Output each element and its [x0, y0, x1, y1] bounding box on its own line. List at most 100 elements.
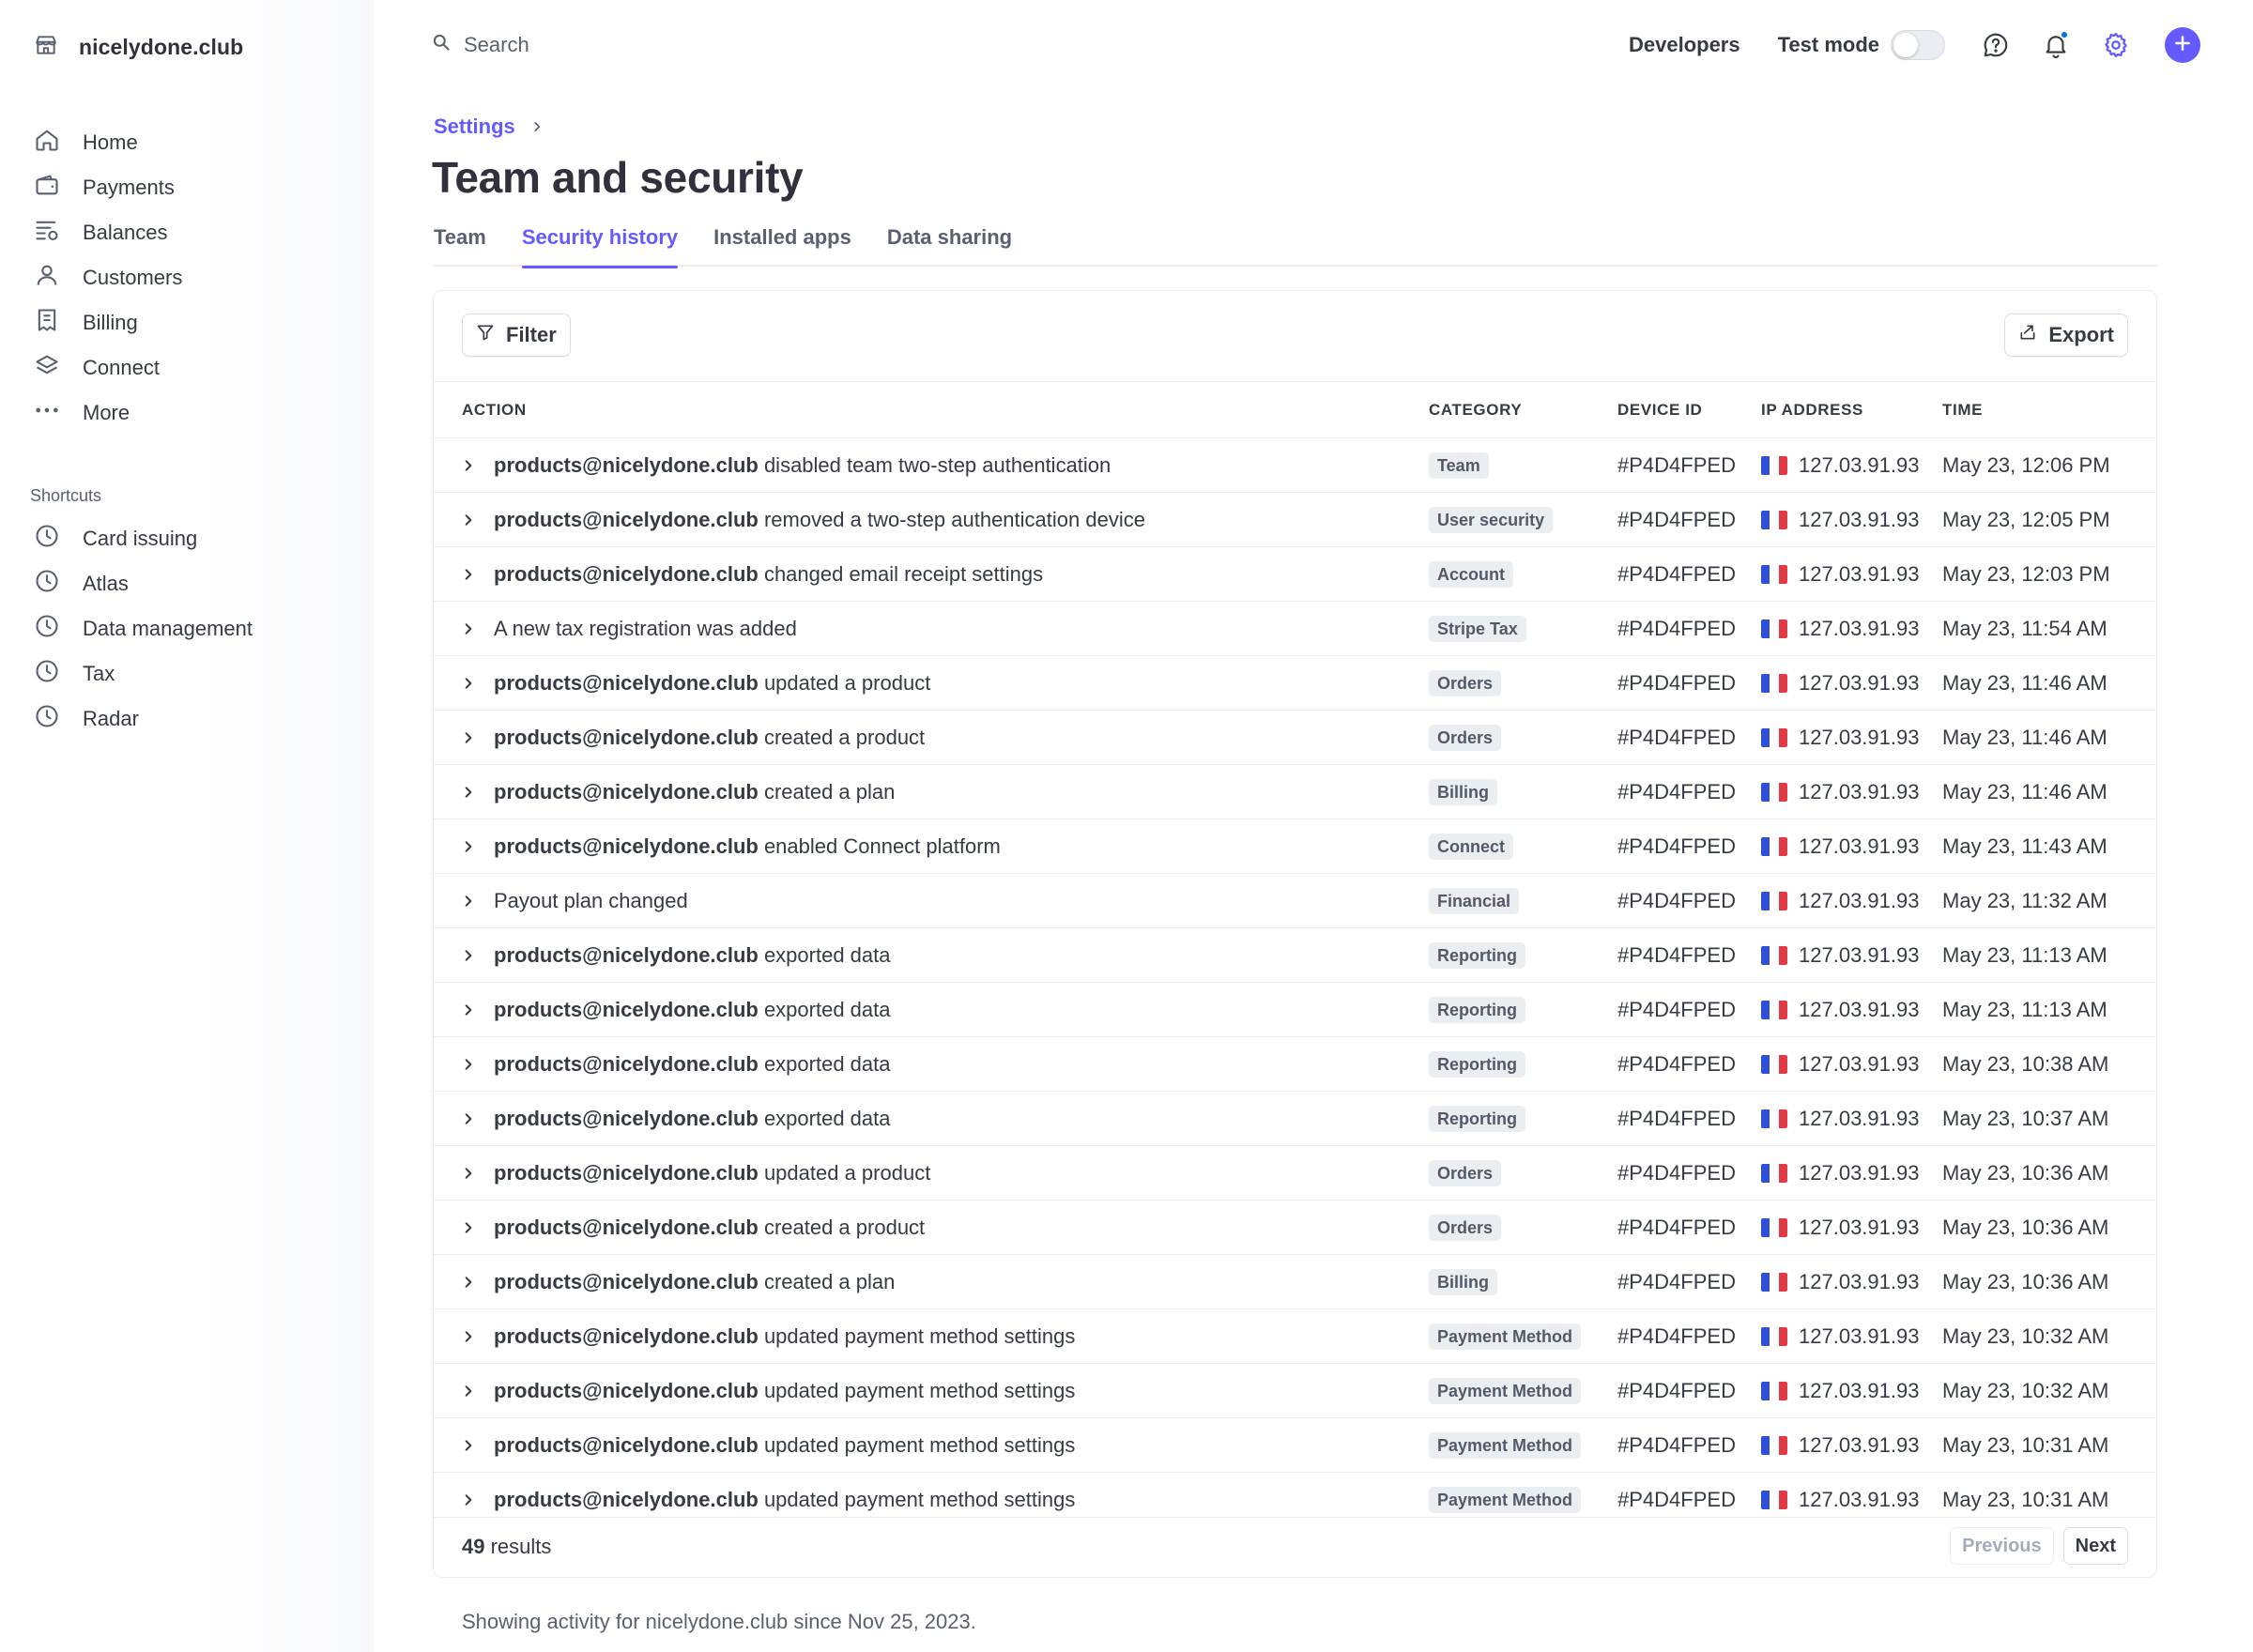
- table-row[interactable]: products@nicelydone.club exported data Re…: [434, 982, 2156, 1037]
- shortcut-radar[interactable]: Radar: [34, 696, 253, 742]
- ip-address: 127.03.91.93: [1799, 997, 1920, 1021]
- export-button[interactable]: Export: [2004, 314, 2128, 357]
- ip-address-cell: 127.03.91.93: [1761, 765, 1942, 819]
- shortcut-atlas[interactable]: Atlas: [34, 561, 253, 606]
- ip-address: 127.03.91.93: [1799, 1051, 1920, 1076]
- nav-item-billing[interactable]: Billing: [34, 300, 182, 345]
- bell-icon[interactable]: [2041, 30, 2071, 60]
- action-cell: products@nicelydone.club updated payment…: [494, 1309, 1429, 1364]
- france-flag-icon: [1761, 1054, 1787, 1074]
- tab-team[interactable]: Team: [434, 218, 486, 267]
- expand-cell[interactable]: [434, 765, 494, 819]
- shortcut-data-management[interactable]: Data management: [34, 606, 253, 651]
- action-text: removed a two-step authentication device: [758, 507, 1145, 531]
- nav-item-payments[interactable]: Payments: [34, 165, 182, 210]
- nav-item-balances[interactable]: Balances: [34, 210, 182, 255]
- table-row[interactable]: products@nicelydone.club created a plan B…: [434, 764, 2156, 819]
- expand-cell[interactable]: [434, 656, 494, 711]
- breadcrumb: Settings: [434, 115, 544, 139]
- nav-item-customers[interactable]: Customers: [34, 255, 182, 300]
- actor-email: products@nicelydone.club: [494, 779, 759, 803]
- ip-address-cell: 127.03.91.93: [1761, 1037, 1942, 1092]
- expand-cell[interactable]: [434, 1364, 494, 1418]
- france-flag-icon: [1761, 727, 1787, 747]
- table-row[interactable]: products@nicelydone.club updated payment…: [434, 1308, 2156, 1364]
- table-row[interactable]: products@nicelydone.club changed email r…: [434, 546, 2156, 602]
- nav-item-more[interactable]: More: [34, 390, 182, 436]
- action-text: created a plan: [758, 779, 896, 803]
- expand-cell[interactable]: [434, 438, 494, 493]
- gear-icon[interactable]: [2101, 30, 2131, 60]
- table-row[interactable]: products@nicelydone.club disabled team t…: [434, 437, 2156, 493]
- home-icon: [34, 127, 60, 159]
- expand-cell[interactable]: [434, 819, 494, 874]
- expand-cell[interactable]: [434, 1037, 494, 1092]
- action-cell: products@nicelydone.club removed a two-s…: [494, 493, 1429, 547]
- time-cell: May 23, 11:54 AM: [1942, 616, 2107, 640]
- table-row[interactable]: Payout plan changed Financial #P4D4FPED 127…: [434, 873, 2156, 928]
- table-row[interactable]: products@nicelydone.club exported data Re…: [434, 1091, 2156, 1146]
- expand-cell[interactable]: [434, 493, 494, 547]
- chevron-right-icon: [462, 894, 494, 909]
- nav-item-label: Billing: [83, 311, 138, 334]
- breadcrumb-settings-link[interactable]: Settings: [434, 115, 515, 139]
- nav-item-home[interactable]: Home: [34, 120, 182, 165]
- expand-cell[interactable]: [434, 1201, 494, 1255]
- expand-cell[interactable]: [434, 1418, 494, 1473]
- create-button[interactable]: [2165, 27, 2200, 63]
- expand-cell[interactable]: [434, 928, 494, 983]
- table-row[interactable]: products@nicelydone.club created a produ…: [434, 1200, 2156, 1255]
- tab-installed-apps[interactable]: Installed apps: [713, 218, 851, 267]
- plus-icon: [2173, 34, 2192, 57]
- shortcut-tax[interactable]: Tax: [34, 651, 253, 696]
- category-cell: Payment Method: [1429, 1309, 1617, 1364]
- table-row[interactable]: products@nicelydone.club updated payment…: [434, 1417, 2156, 1473]
- table-row[interactable]: products@nicelydone.club removed a two-s…: [434, 492, 2156, 547]
- account-name: nicelydone.club: [79, 34, 244, 59]
- ip-address: 127.03.91.93: [1799, 1323, 1920, 1348]
- expand-cell[interactable]: [434, 1255, 494, 1309]
- chevron-right-icon: [462, 1002, 494, 1017]
- search-bar[interactable]: Search: [432, 28, 529, 62]
- developers-link[interactable]: Developers: [1629, 33, 1740, 57]
- expand-cell[interactable]: [434, 711, 494, 765]
- expand-cell[interactable]: [434, 547, 494, 602]
- chevron-right-icon: [462, 730, 494, 745]
- france-flag-icon: [1761, 1272, 1787, 1292]
- expand-cell[interactable]: [434, 1092, 494, 1146]
- tab-data-sharing[interactable]: Data sharing: [887, 218, 1012, 267]
- nav-item-connect[interactable]: Connect: [34, 345, 182, 390]
- table-row[interactable]: products@nicelydone.club created a produ…: [434, 710, 2156, 765]
- expand-cell[interactable]: [434, 1309, 494, 1364]
- table-row[interactable]: A new tax registration was added Stripe T…: [434, 601, 2156, 656]
- expand-cell[interactable]: [434, 983, 494, 1037]
- sidebar: nicelydone.club Home Payments Balances C…: [0, 0, 374, 1652]
- expand-cell[interactable]: [434, 874, 494, 928]
- shortcut-label: Tax: [83, 662, 115, 685]
- expand-cell[interactable]: [434, 1146, 494, 1201]
- category-badge: Payment Method: [1429, 1323, 1582, 1350]
- table-row[interactable]: products@nicelydone.club updated payment…: [434, 1363, 2156, 1418]
- time-cell: May 23, 11:46 AM: [1942, 779, 2107, 803]
- account-switcher[interactable]: nicelydone.club: [34, 28, 243, 66]
- category-badge: Financial: [1429, 887, 1520, 914]
- category-cell: Reporting: [1429, 928, 1617, 983]
- expand-cell[interactable]: [434, 602, 494, 656]
- table-row[interactable]: products@nicelydone.club exported data Re…: [434, 1036, 2156, 1092]
- test-mode-toggle[interactable]: [1891, 30, 1945, 60]
- tab-security-history[interactable]: Security history: [521, 218, 679, 268]
- filter-button[interactable]: Filter: [462, 314, 571, 357]
- table-row[interactable]: products@nicelydone.club created a plan B…: [434, 1254, 2156, 1309]
- device-id-cell: #P4D4FPED: [1617, 1378, 1736, 1402]
- shortcut-card-issuing[interactable]: Card issuing: [34, 516, 253, 561]
- wallet-icon: [34, 172, 60, 204]
- table-row[interactable]: products@nicelydone.club enabled Connect…: [434, 818, 2156, 874]
- actor-email: products@nicelydone.club: [494, 670, 759, 695]
- table-row[interactable]: products@nicelydone.club updated a produ…: [434, 655, 2156, 711]
- category-badge: Billing: [1429, 778, 1498, 805]
- table-row[interactable]: products@nicelydone.club exported data Re…: [434, 927, 2156, 983]
- help-icon[interactable]: [1981, 30, 2011, 60]
- previous-page-button[interactable]: Previous: [1950, 1527, 2054, 1565]
- next-page-button[interactable]: Next: [2062, 1527, 2128, 1565]
- table-row[interactable]: products@nicelydone.club updated a produ…: [434, 1145, 2156, 1201]
